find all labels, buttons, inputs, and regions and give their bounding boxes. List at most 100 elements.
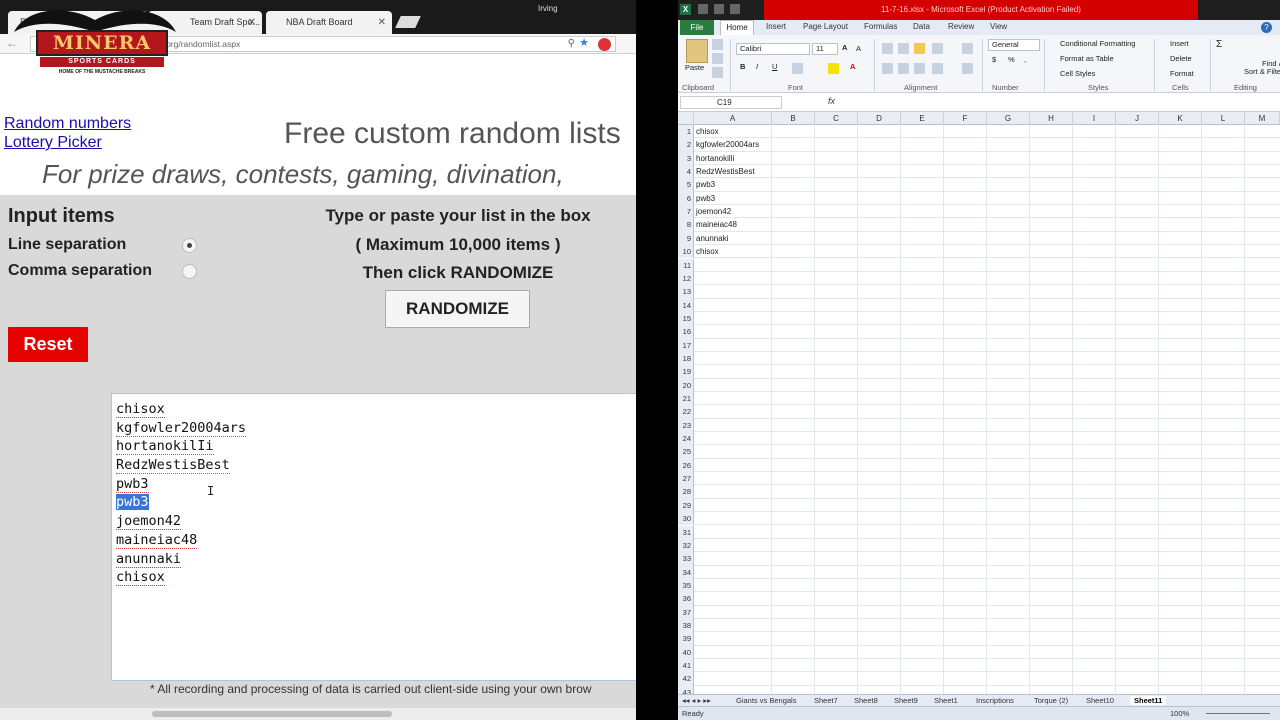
cell-a[interactable]: pwb3 bbox=[694, 191, 772, 206]
cell-a[interactable] bbox=[694, 565, 772, 579]
paste-icon[interactable] bbox=[686, 39, 708, 63]
cell-a[interactable] bbox=[694, 552, 772, 566]
insert-function-icon[interactable]: fx bbox=[828, 96, 835, 106]
row-number[interactable]: 32 bbox=[678, 538, 694, 553]
row-number[interactable]: 7 bbox=[678, 205, 694, 219]
format-as-table-button[interactable]: Format as Table bbox=[1060, 54, 1114, 63]
tab-formulas[interactable]: Formulas bbox=[864, 22, 897, 31]
cell-a[interactable] bbox=[694, 632, 772, 646]
row-number[interactable]: 9 bbox=[678, 231, 694, 246]
tab-view[interactable]: View bbox=[990, 22, 1007, 31]
row-number[interactable]: 2 bbox=[678, 138, 694, 152]
row-number[interactable]: 39 bbox=[678, 632, 694, 646]
column-header[interactable]: H bbox=[1030, 112, 1073, 125]
row-number[interactable]: 22 bbox=[678, 405, 694, 419]
sheet-tab[interactable]: Sheet1 bbox=[934, 696, 958, 705]
sheet-tab[interactable]: Sheet8 bbox=[854, 696, 878, 705]
merge-center-icon[interactable] bbox=[962, 63, 973, 74]
row-number[interactable]: 15 bbox=[678, 311, 694, 326]
redo-icon[interactable] bbox=[730, 4, 740, 14]
help-icon[interactable]: ? bbox=[1261, 22, 1272, 33]
align-bottom-icon[interactable] bbox=[914, 43, 925, 54]
sheet-tab[interactable]: Inscriptions bbox=[976, 696, 1014, 705]
cell-a[interactable] bbox=[694, 445, 772, 459]
column-header[interactable]: E bbox=[901, 112, 944, 125]
column-header[interactable]: D bbox=[858, 112, 901, 125]
conditional-formatting-button[interactable]: Conditional Formatting bbox=[1060, 39, 1135, 48]
zoom-slider[interactable] bbox=[1206, 713, 1270, 714]
cell-a[interactable] bbox=[694, 258, 772, 272]
row-number[interactable]: 27 bbox=[678, 472, 694, 486]
row-number[interactable]: 34 bbox=[678, 565, 694, 579]
italic-icon[interactable]: I bbox=[756, 62, 758, 71]
row-number[interactable]: 11 bbox=[678, 258, 694, 272]
column-header[interactable]: G bbox=[987, 112, 1030, 125]
cell-a[interactable]: anunnaki bbox=[694, 231, 772, 246]
row-number[interactable]: 10 bbox=[678, 245, 694, 259]
cell-a[interactable]: chisox bbox=[694, 125, 772, 139]
bookmark-star-icon[interactable]: ★ bbox=[579, 36, 589, 50]
insert-cells-button[interactable]: Insert bbox=[1170, 39, 1189, 48]
tab-file[interactable]: File bbox=[680, 20, 714, 35]
undo-icon[interactable] bbox=[714, 4, 724, 14]
row-number[interactable]: 23 bbox=[678, 418, 694, 433]
comma-separation-radio[interactable] bbox=[182, 264, 197, 279]
cell-a[interactable] bbox=[694, 605, 772, 619]
cut-icon[interactable] bbox=[712, 39, 723, 50]
cell-a[interactable] bbox=[694, 592, 772, 606]
cell-a[interactable] bbox=[694, 672, 772, 686]
delete-cells-button[interactable]: Delete bbox=[1170, 54, 1192, 63]
font-color-icon[interactable]: A bbox=[850, 62, 855, 71]
randomize-button[interactable]: RANDOMIZE bbox=[385, 290, 530, 328]
row-number[interactable]: 21 bbox=[678, 392, 694, 406]
cell-a[interactable] bbox=[694, 512, 772, 526]
tab-review[interactable]: Review bbox=[948, 22, 974, 31]
cell-a[interactable] bbox=[694, 298, 772, 312]
fill-color-icon[interactable] bbox=[828, 63, 839, 74]
copy-icon[interactable] bbox=[712, 53, 723, 64]
close-icon[interactable]: ✕ bbox=[378, 11, 386, 34]
row-number[interactable]: 6 bbox=[678, 191, 694, 206]
borders-icon[interactable] bbox=[792, 63, 803, 74]
row-number[interactable]: 13 bbox=[678, 285, 694, 299]
cell-a[interactable] bbox=[694, 271, 772, 286]
column-header[interactable]: F bbox=[944, 112, 987, 125]
cell-a[interactable] bbox=[694, 645, 772, 659]
column-header[interactable]: B bbox=[772, 112, 815, 125]
list-textarea[interactable]: chisox kgfowler20004ars hortanokilIi RedzWe… bbox=[111, 393, 636, 681]
align-center-icon[interactable] bbox=[898, 63, 909, 74]
column-header[interactable]: K bbox=[1159, 112, 1202, 125]
cell-a[interactable] bbox=[694, 311, 772, 326]
tab-insert[interactable]: Insert bbox=[766, 22, 786, 31]
cell-a[interactable] bbox=[694, 458, 772, 473]
sheet-tab[interactable]: Sheet11 bbox=[1130, 696, 1167, 705]
row-number[interactable]: 26 bbox=[678, 458, 694, 473]
cell-a[interactable] bbox=[694, 618, 772, 633]
column-header[interactable]: C bbox=[815, 112, 858, 125]
cell-a[interactable]: maineiac48 bbox=[694, 218, 772, 232]
font-name-select[interactable]: Calibri bbox=[736, 43, 810, 55]
row-number[interactable]: 40 bbox=[678, 645, 694, 659]
row-number[interactable]: 33 bbox=[678, 552, 694, 566]
sheet-tab[interactable]: Sheet10 bbox=[1086, 696, 1114, 705]
cell-a[interactable] bbox=[694, 578, 772, 593]
row-number[interactable]: 30 bbox=[678, 512, 694, 526]
cell-a[interactable] bbox=[694, 365, 772, 379]
cell-a[interactable] bbox=[694, 351, 772, 366]
cell-a[interactable]: pwb3 bbox=[694, 178, 772, 192]
row-number[interactable]: 14 bbox=[678, 298, 694, 312]
sheet-tab[interactable]: Torque (2) bbox=[1034, 696, 1068, 705]
close-icon[interactable]: ✕ bbox=[248, 11, 256, 34]
name-box[interactable]: C19 bbox=[680, 96, 782, 109]
cell-a[interactable] bbox=[694, 418, 772, 433]
cell-a[interactable] bbox=[694, 538, 772, 553]
sort-filter-button[interactable]: Sort & Filter bbox=[1244, 67, 1280, 76]
row-number[interactable]: 36 bbox=[678, 592, 694, 606]
cell-a[interactable]: hortanokilli bbox=[694, 151, 772, 166]
tab-data[interactable]: Data bbox=[913, 22, 930, 31]
sheet-tab[interactable]: Sheet9 bbox=[894, 696, 918, 705]
cell-a[interactable] bbox=[694, 432, 772, 446]
currency-icon[interactable]: $ bbox=[992, 55, 996, 64]
cell-a[interactable] bbox=[694, 285, 772, 299]
bold-icon[interactable]: B bbox=[740, 62, 745, 71]
